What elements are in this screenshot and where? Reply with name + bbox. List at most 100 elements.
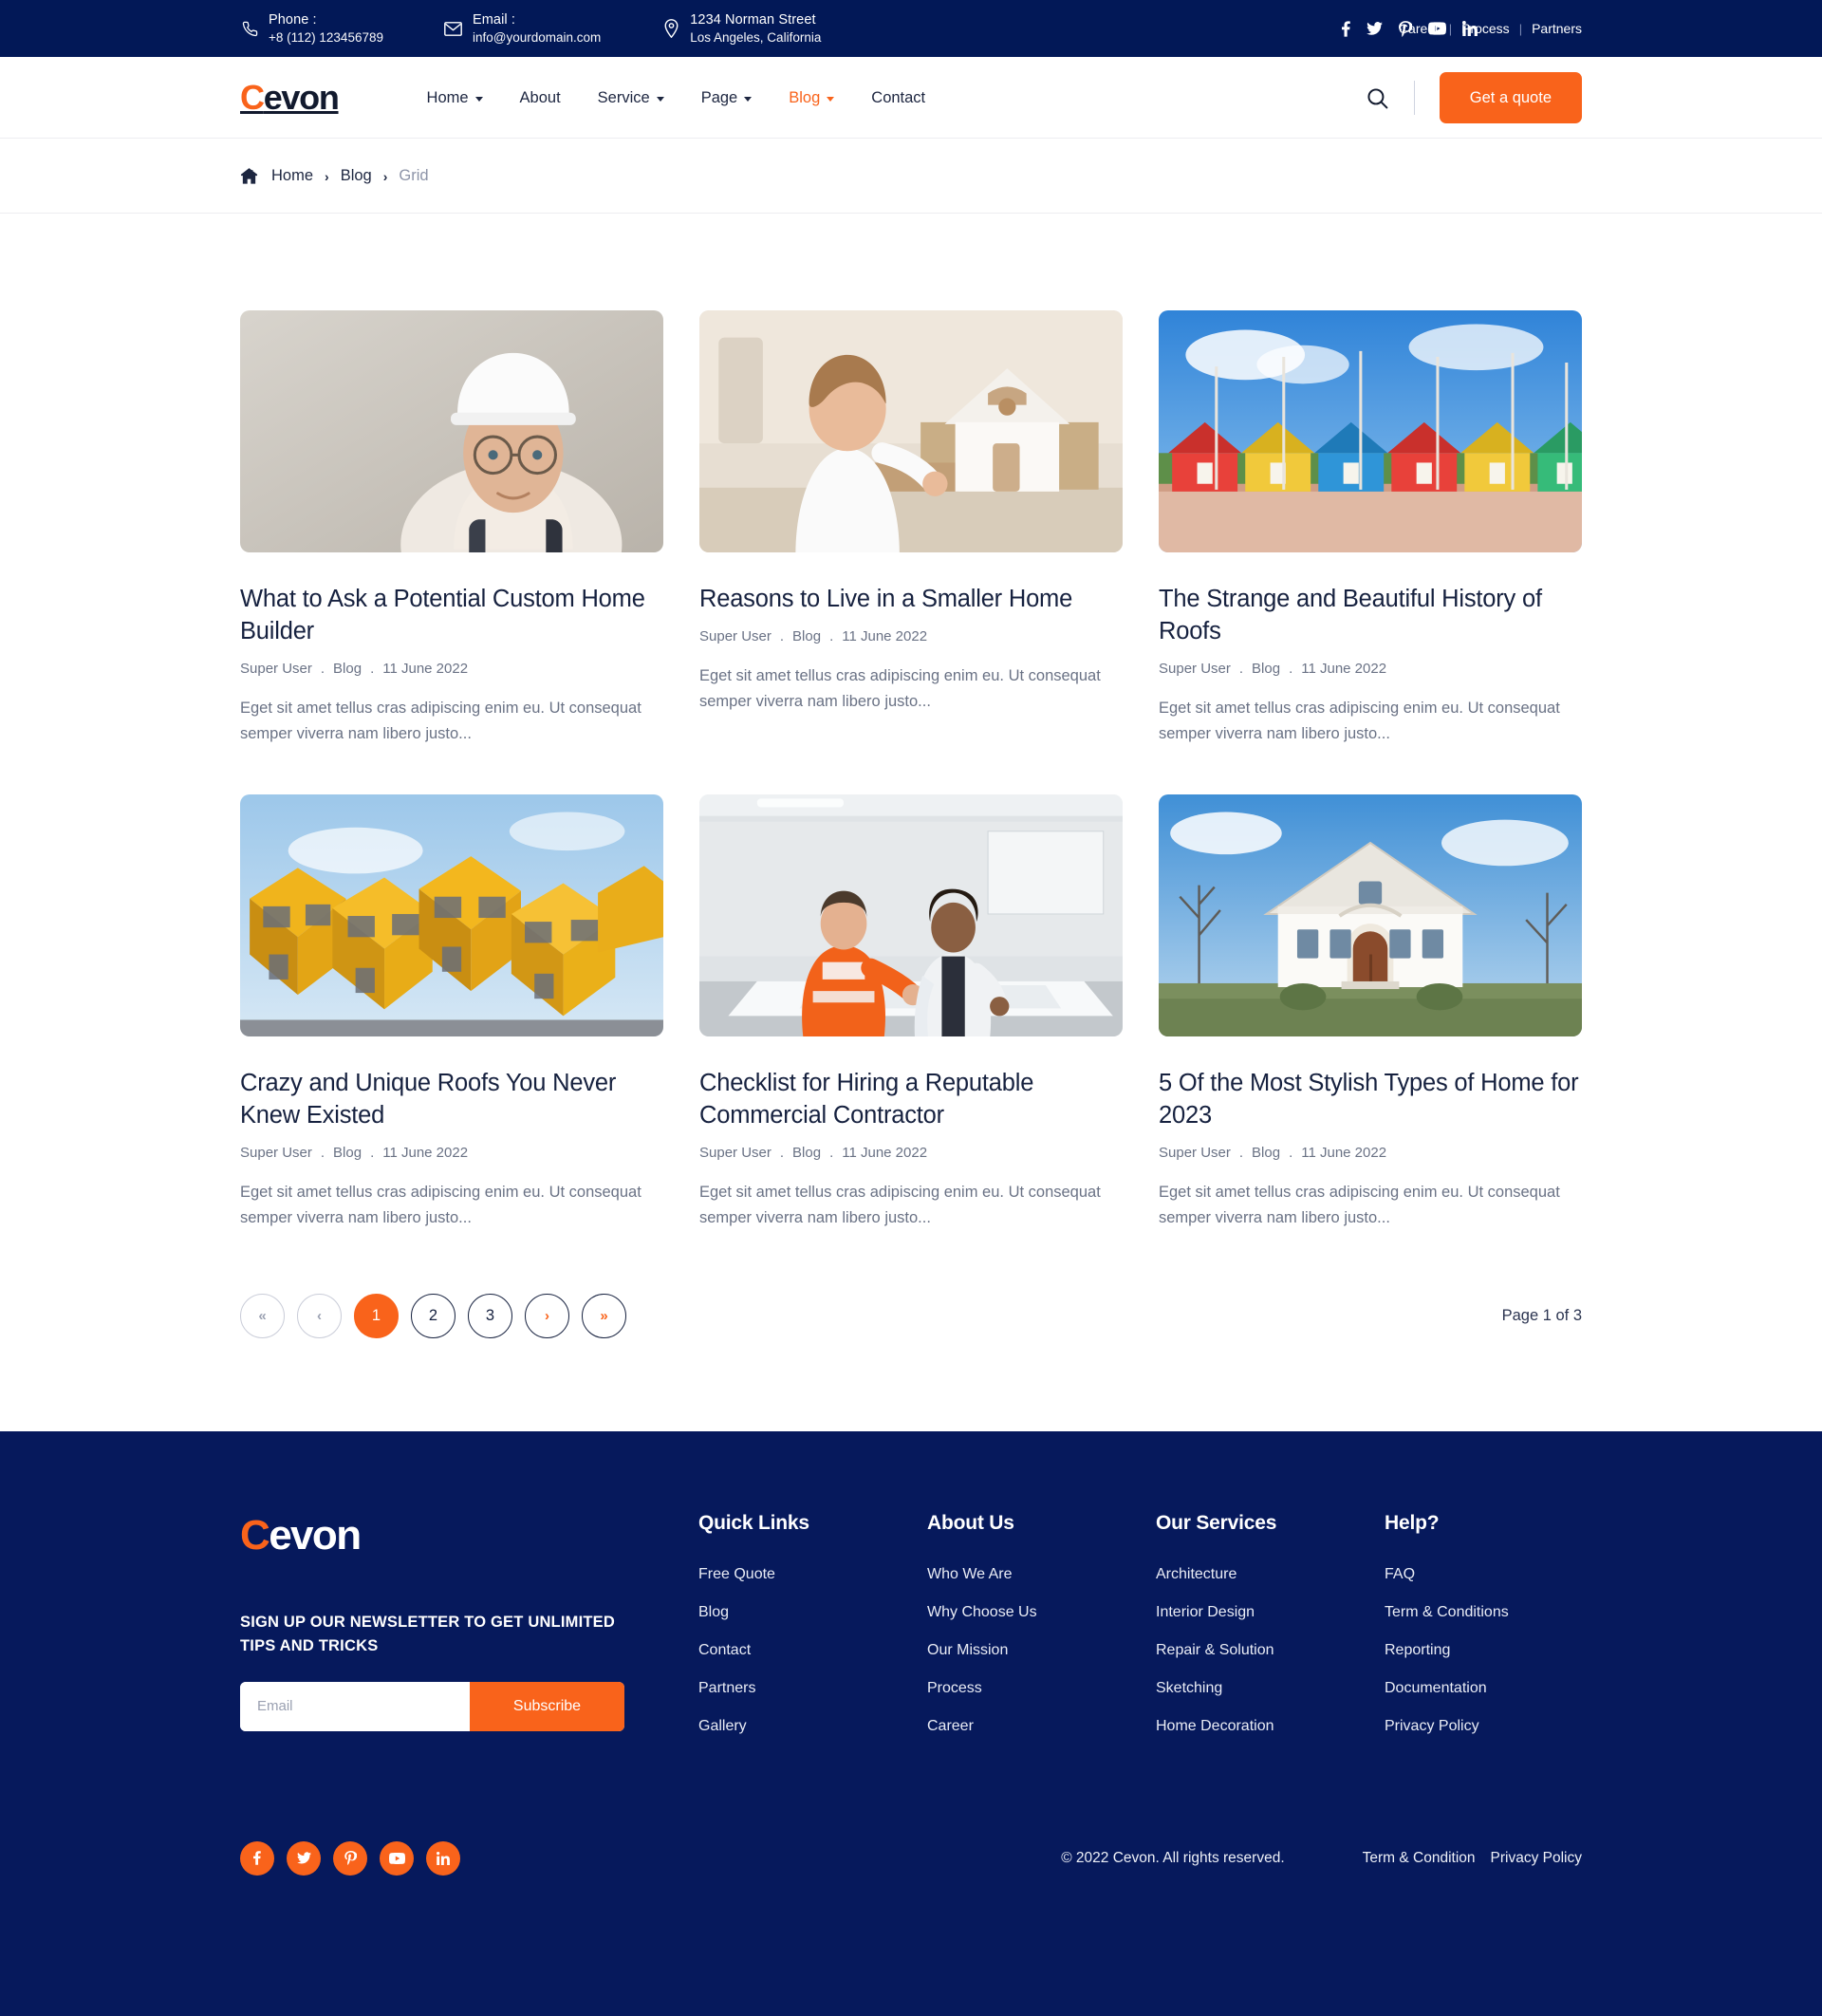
nav-item-blog[interactable]: Blog bbox=[789, 89, 835, 107]
newsletter-subscribe-button[interactable]: Subscribe bbox=[470, 1681, 624, 1731]
breadcrumb-item-blog[interactable]: Blog bbox=[341, 167, 372, 185]
footer-link-sketching[interactable]: Sketching bbox=[1156, 1680, 1222, 1696]
blog-card[interactable]: What to Ask a Potential Custom Home Buil… bbox=[240, 310, 663, 746]
breadcrumb-item-current: Grid bbox=[399, 167, 429, 184]
nav-item-page-label: Page bbox=[700, 88, 738, 106]
blog-card-image-cube-houses[interactable] bbox=[240, 794, 663, 1037]
blog-card-category: Blog bbox=[1252, 660, 1281, 677]
blog-card-author: Super User bbox=[699, 627, 772, 644]
footer-link-faq[interactable]: FAQ bbox=[1385, 1566, 1415, 1582]
facebook-icon[interactable] bbox=[240, 1840, 274, 1876]
topbar-link-partners[interactable]: Partners bbox=[1532, 21, 1582, 36]
blog-card-title[interactable]: Crazy and Unique Roofs You Never Knew Ex… bbox=[240, 1068, 663, 1132]
footer-link-career[interactable]: Career bbox=[927, 1718, 974, 1734]
blog-card-meta: Super User . Blog . 11 June 2022 bbox=[240, 661, 663, 677]
chevron-down-icon bbox=[827, 97, 835, 102]
nav-item-service[interactable]: Service bbox=[598, 89, 664, 107]
linkedin-icon[interactable] bbox=[426, 1840, 460, 1876]
topbar-address-line2: Los Angeles, California bbox=[690, 29, 822, 45]
nav-item-page[interactable]: Page bbox=[701, 89, 753, 107]
footer-link-contact[interactable]: Contact bbox=[698, 1642, 751, 1658]
blog-card-image-colorful-beach-huts[interactable] bbox=[1159, 310, 1582, 552]
footer-link-home-decoration[interactable]: Home Decoration bbox=[1156, 1718, 1274, 1734]
footer-link-architecture[interactable]: Architecture bbox=[1156, 1566, 1236, 1582]
blog-card-image-contractors-blueprints[interactable] bbox=[699, 794, 1123, 1037]
list-item: Privacy Policy bbox=[1385, 1718, 1613, 1735]
pagination-last-button[interactable]: » bbox=[582, 1293, 626, 1338]
search-icon[interactable] bbox=[1366, 86, 1414, 110]
footer-link-columns: Quick Links Free Quote Blog Contact Part… bbox=[648, 1512, 1613, 1756]
list-item: Contact bbox=[698, 1642, 927, 1659]
pagination-page-3[interactable]: 3 bbox=[468, 1293, 512, 1338]
topbar-phone-value[interactable]: +8 (112) 123456789 bbox=[269, 29, 383, 47]
footer-link-privacy-policy[interactable]: Privacy Policy bbox=[1385, 1718, 1479, 1734]
meta-dot: . bbox=[779, 1145, 785, 1162]
blog-card-image-white-manor-house[interactable] bbox=[1159, 794, 1582, 1037]
footer-link-documentation[interactable]: Documentation bbox=[1385, 1680, 1487, 1696]
footer-bottom-bar: © 2022 Cevon. All rights reserved. Term … bbox=[240, 1840, 1582, 1963]
home-icon bbox=[240, 167, 258, 185]
pagination-page-2[interactable]: 2 bbox=[411, 1293, 456, 1338]
footer-link-privacy-policy-bottom[interactable]: Privacy Policy bbox=[1491, 1850, 1582, 1867]
twitter-icon[interactable] bbox=[1366, 22, 1383, 35]
get-a-quote-button[interactable]: Get a quote bbox=[1439, 72, 1582, 123]
footer-link-our-mission[interactable]: Our Mission bbox=[927, 1642, 1008, 1658]
list-item: Blog bbox=[698, 1604, 927, 1621]
chevron-right-icon: › bbox=[382, 168, 388, 184]
pagination-first-button[interactable]: « bbox=[240, 1293, 285, 1338]
topbar-link-career[interactable]: Career bbox=[1399, 21, 1440, 36]
nav-item-home[interactable]: Home bbox=[427, 89, 483, 107]
footer-link-blog[interactable]: Blog bbox=[698, 1604, 729, 1620]
blog-card-image-builder-portrait[interactable] bbox=[240, 310, 663, 552]
blog-card-date: 11 June 2022 bbox=[1301, 660, 1387, 677]
footer-logo[interactable]: Cevon bbox=[240, 1512, 648, 1559]
blog-card-image-child-dollhouse[interactable] bbox=[699, 310, 1123, 552]
footer-link-interior-design[interactable]: Interior Design bbox=[1156, 1604, 1255, 1620]
footer-column-title: Quick Links bbox=[698, 1511, 809, 1534]
blog-card-title[interactable]: Reasons to Live in a Smaller Home bbox=[699, 584, 1123, 616]
footer-link-reporting[interactable]: Reporting bbox=[1385, 1642, 1450, 1658]
list-item: Process bbox=[927, 1680, 1156, 1697]
footer-link-why-choose-us[interactable]: Why Choose Us bbox=[927, 1604, 1037, 1620]
pagination-prev-button[interactable]: ‹ bbox=[297, 1293, 342, 1338]
pagination-page-1[interactable]: 1 bbox=[354, 1293, 399, 1338]
blog-card-title[interactable]: Checklist for Hiring a Reputable Commerc… bbox=[699, 1068, 1123, 1132]
footer-link-gallery[interactable]: Gallery bbox=[698, 1718, 747, 1734]
blog-card-title[interactable]: 5 Of the Most Stylish Types of Home for … bbox=[1159, 1068, 1582, 1132]
footer-link-process[interactable]: Process bbox=[927, 1680, 982, 1696]
pagination-next-button[interactable]: › bbox=[525, 1293, 569, 1338]
nav-item-about[interactable]: About bbox=[520, 89, 561, 107]
breadcrumb-item-home[interactable]: Home bbox=[271, 167, 313, 185]
blog-card[interactable]: Reasons to Live in a Smaller Home Super … bbox=[699, 310, 1123, 746]
blog-card-title[interactable]: What to Ask a Potential Custom Home Buil… bbox=[240, 584, 663, 648]
twitter-icon[interactable] bbox=[287, 1840, 321, 1876]
topbar-phone: Phone : +8 (112) 123456789 bbox=[240, 11, 383, 47]
breadcrumb-bar: Home › Blog › Grid bbox=[0, 139, 1822, 214]
topbar-address-line1: 1234 Norman Street bbox=[690, 11, 816, 28]
footer-link-free-quote[interactable]: Free Quote bbox=[698, 1566, 775, 1582]
topbar-email-value[interactable]: info@yourdomain.com bbox=[473, 29, 601, 47]
nav-item-contact[interactable]: Contact bbox=[871, 89, 925, 107]
blog-card[interactable]: The Strange and Beautiful History of Roo… bbox=[1159, 310, 1582, 746]
blog-card-excerpt: Eget sit amet tellus cras adipiscing eni… bbox=[240, 1184, 641, 1226]
footer-link-partners[interactable]: Partners bbox=[698, 1680, 755, 1696]
topbar-email: Email : info@yourdomain.com bbox=[444, 11, 601, 47]
youtube-icon[interactable] bbox=[380, 1840, 414, 1876]
footer-column-quick-links: Quick Links Free Quote Blog Contact Part… bbox=[698, 1512, 927, 1756]
footer-link-who-we-are[interactable]: Who We Are bbox=[927, 1566, 1013, 1582]
site-logo[interactable]: Cevon bbox=[240, 78, 340, 118]
blog-grid-row-2: Crazy and Unique Roofs You Never Knew Ex… bbox=[240, 794, 1582, 1234]
blog-card[interactable]: Crazy and Unique Roofs You Never Knew Ex… bbox=[240, 794, 663, 1230]
footer-link-term-conditions[interactable]: Term & Conditions bbox=[1385, 1604, 1509, 1620]
footer-link-term-condition[interactable]: Term & Condition bbox=[1363, 1850, 1476, 1867]
chevron-right-icon: › bbox=[325, 168, 329, 184]
topbar-link-process[interactable]: Process bbox=[1461, 21, 1510, 36]
blog-card-title[interactable]: The Strange and Beautiful History of Roo… bbox=[1159, 584, 1582, 648]
blog-card[interactable]: 5 Of the Most Stylish Types of Home for … bbox=[1159, 794, 1582, 1230]
footer-column-title: About Us bbox=[927, 1511, 1014, 1534]
facebook-icon[interactable] bbox=[1342, 20, 1350, 37]
footer-link-repair-solution[interactable]: Repair & Solution bbox=[1156, 1642, 1274, 1658]
pinterest-icon[interactable] bbox=[333, 1840, 367, 1876]
newsletter-email-input[interactable] bbox=[240, 1681, 470, 1731]
blog-card[interactable]: Checklist for Hiring a Reputable Commerc… bbox=[699, 794, 1123, 1230]
